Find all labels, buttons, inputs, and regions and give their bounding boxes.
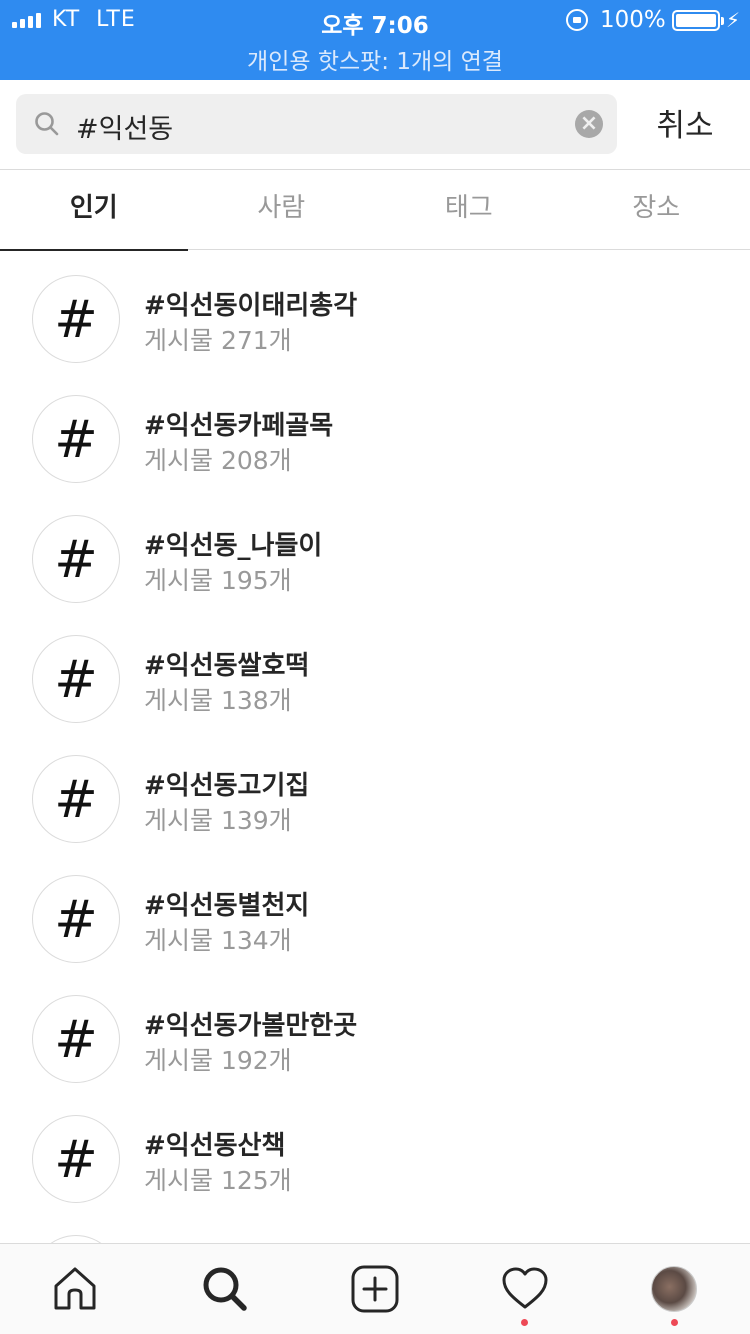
list-item[interactable]: # #익선동가볼만한곳 게시물 192개 (0, 971, 750, 1091)
list-item[interactable]: # #익선동산책 게시물 125개 (0, 1091, 750, 1211)
post-count: 게시물 134개 (144, 926, 292, 955)
hashtag-icon: # (32, 395, 120, 483)
hashtag-icon: # (32, 635, 120, 723)
list-item[interactable]: # #익선동이태리총각 게시물 271개 (0, 251, 750, 371)
post-count: 게시물 125개 (144, 1166, 292, 1195)
search-icon (35, 112, 59, 136)
hashtag-name: #익선동산책 (144, 1131, 286, 1161)
list-item[interactable]: # #익선동쌀호떡 게시물 138개 (0, 611, 750, 731)
bottom-nav (0, 1243, 750, 1334)
clear-search-icon[interactable]: × (575, 110, 603, 138)
battery-icon (672, 10, 724, 31)
results-list: # #익선동이태리총각 게시물 271개 # #익선동카페골목 게시물 208개… (0, 251, 750, 1243)
hashtag-icon: # (32, 275, 120, 363)
hotspot-banner[interactable]: 개인용 핫스팟: 1개의 연결 (0, 42, 750, 76)
hashtag-icon: # (32, 875, 120, 963)
status-row: KT LTE 오후 7:06 100% ⚡ (0, 0, 750, 42)
search-row: #익선동 × 취소 (0, 80, 750, 170)
search-icon[interactable] (200, 1264, 250, 1314)
charging-bolt-icon: ⚡ (726, 8, 741, 32)
search-query-text[interactable]: #익선동 (76, 107, 173, 146)
tab-top[interactable]: 인기 (0, 170, 188, 251)
search-tabs: 인기 사람 태그 장소 (0, 170, 750, 251)
hashtag-name: #익선동카페골목 (144, 411, 334, 441)
list-item[interactable]: # #익선동_나들이 게시물 195개 (0, 491, 750, 611)
profile-notification-dot (671, 1319, 678, 1326)
list-item[interactable]: # #익선동카페골목 게시물 208개 (0, 371, 750, 491)
list-item[interactable]: # #익선동별천지 게시물 134개 (0, 851, 750, 971)
avatar[interactable] (651, 1266, 697, 1312)
post-count: 게시물 195개 (144, 566, 292, 595)
hashtag-icon: # (32, 755, 120, 843)
cancel-button[interactable]: 취소 (640, 100, 730, 145)
post-count: 게시물 192개 (144, 1046, 292, 1075)
home-icon[interactable] (50, 1264, 100, 1314)
hashtag-icon: # (32, 995, 120, 1083)
hashtag-name: #익선동별천지 (144, 891, 310, 921)
post-count: 게시물 138개 (144, 686, 292, 715)
heart-icon[interactable] (500, 1264, 550, 1314)
activity-notification-dot (521, 1319, 528, 1326)
hashtag-name: #익선동고기집 (144, 771, 310, 801)
tab-tags[interactable]: 태그 (375, 170, 563, 250)
hashtag-icon: # (32, 515, 120, 603)
rotation-lock-icon (566, 9, 588, 31)
post-count: 게시물 208개 (144, 446, 292, 475)
add-post-icon[interactable] (350, 1264, 400, 1314)
hashtag-name: #익선동이태리총각 (144, 291, 358, 321)
search-input[interactable]: #익선동 × (16, 94, 617, 154)
post-count: 게시물 271개 (144, 326, 292, 355)
battery-percentage: 100% (600, 7, 666, 33)
hashtag-icon: # (32, 1115, 120, 1203)
status-bar: KT LTE 오후 7:06 100% ⚡ 개인용 핫스팟: 1개의 연결 (0, 0, 750, 80)
hashtag-name: #익선동가볼만한곳 (144, 1011, 358, 1041)
hashtag-name: #익선동쌀호떡 (144, 651, 310, 681)
list-item-partial[interactable] (0, 1211, 750, 1243)
tab-people[interactable]: 사람 (188, 170, 376, 250)
hashtag-icon (32, 1235, 120, 1243)
post-count: 게시물 139개 (144, 806, 292, 835)
tab-places[interactable]: 장소 (563, 170, 750, 250)
list-item[interactable]: # #익선동고기집 게시물 139개 (0, 731, 750, 851)
hashtag-name: #익선동_나들이 (144, 531, 323, 561)
